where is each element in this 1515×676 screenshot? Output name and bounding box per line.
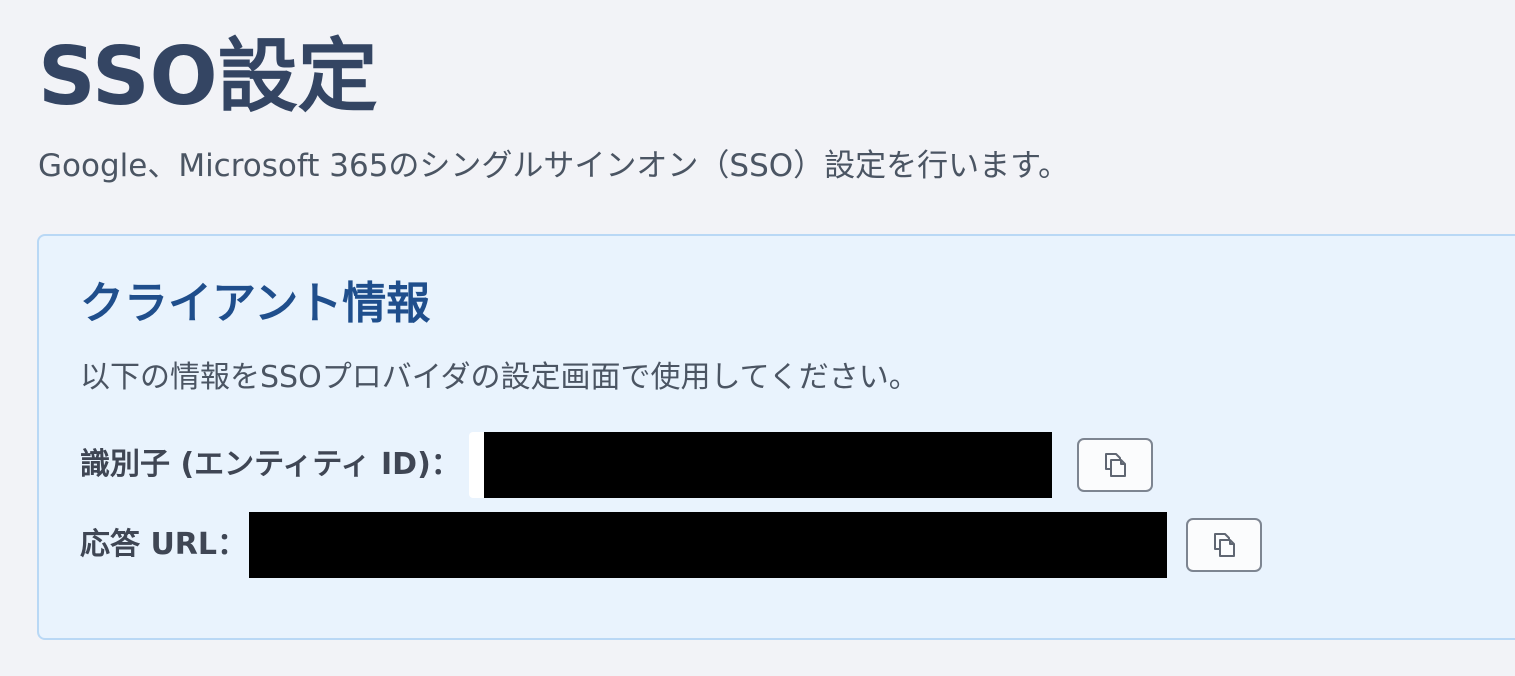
entity-id-label: 識別子 (エンティティ ID)： — [80, 447, 461, 482]
copy-icon — [1209, 530, 1239, 560]
page-title: SSO設定 — [38, 30, 378, 123]
client-info-title: クライアント情報 — [80, 278, 431, 329]
reply-url-row: 応答 URL： — [80, 512, 1263, 578]
copy-entity-id-button[interactable] — [1076, 438, 1153, 492]
page-description: Google、Microsoft 365のシングルサインオン（SSO）設定を行い… — [38, 148, 1070, 184]
copy-icon — [1100, 450, 1130, 480]
reply-url-value — [249, 512, 1168, 578]
entity-id-redaction — [483, 432, 1052, 498]
copy-reply-url-button[interactable] — [1186, 518, 1263, 572]
entity-id-value — [468, 432, 1052, 498]
reply-url-label: 応答 URL： — [80, 527, 248, 562]
entity-id-row: 識別子 (エンティティ ID)： — [80, 432, 1153, 498]
client-info-description: 以下の情報をSSOプロバイダの設定画面で使用してください。 — [80, 360, 919, 395]
client-info-card: クライアント情報 以下の情報をSSOプロバイダの設定画面で使用してください。 識… — [37, 234, 1515, 640]
reply-url-redaction — [249, 512, 1168, 578]
